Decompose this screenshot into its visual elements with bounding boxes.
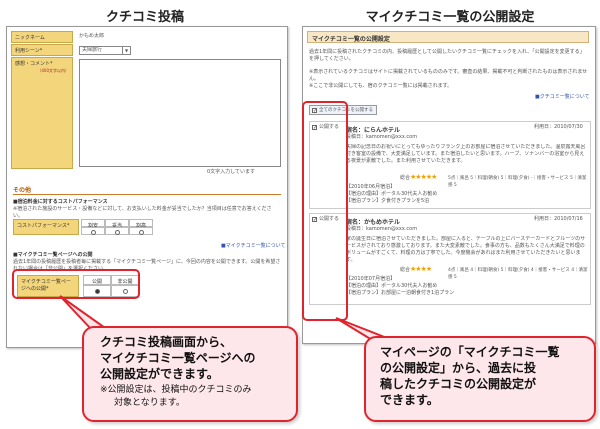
left-callout-line: マイクチコミ一覧ページへの — [100, 351, 256, 365]
left-callout-pointer — [59, 295, 112, 331]
right-callout-line: できます。 — [380, 393, 439, 407]
right-callout-line: の公開設定」から、過去に投 — [380, 361, 537, 375]
right-callout-line: 稿したクチコミの公開設定が — [380, 377, 537, 391]
right-callout: マイページの「マイクチコミ一覧 の公開設定」から、過去に投 稿したクチコミの公開… — [364, 336, 596, 422]
left-callout: クチコミ投稿画面から、 マイクチコミ一覧ページへの 公開設定ができます。 ※公開… — [82, 326, 298, 422]
right-callout-line: マイページの「マイクチコミ一覧 — [380, 345, 560, 359]
left-callout-line: 公開設定ができます。 — [100, 367, 219, 381]
left-callout-line: クチコミ投稿画面から、 — [100, 335, 233, 349]
